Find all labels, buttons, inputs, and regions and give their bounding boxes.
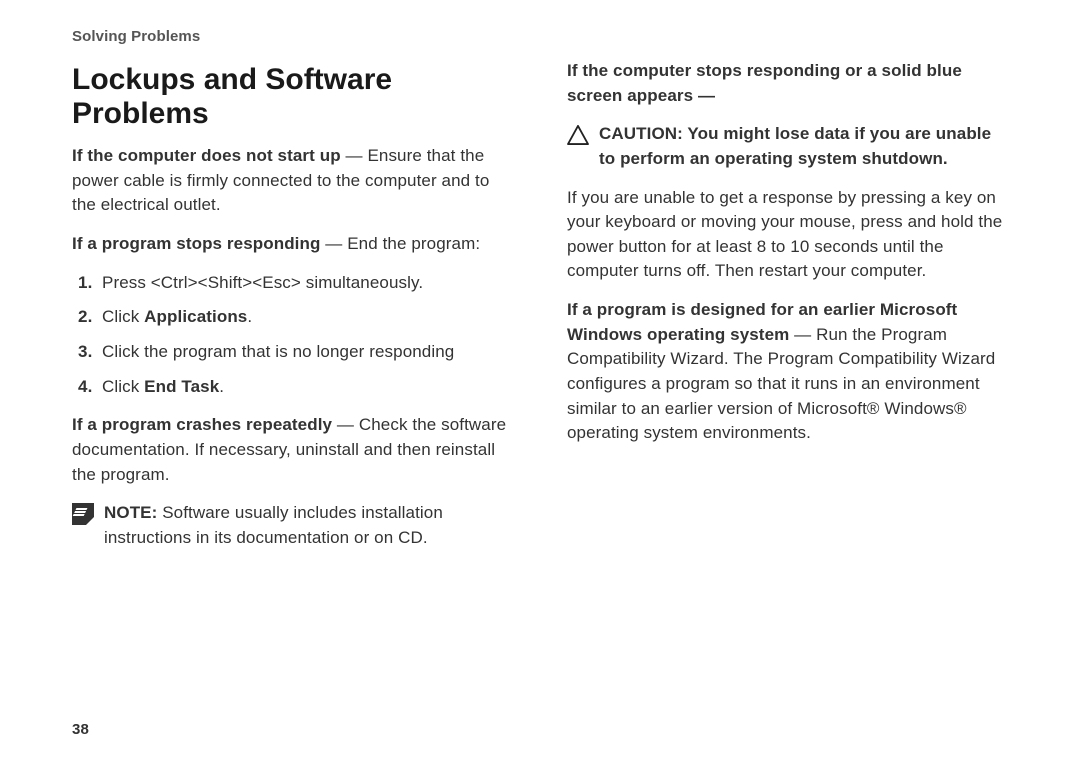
bold-lead: If a program stops responding: [72, 234, 320, 253]
right-column: If the computer stops responding or a so…: [567, 59, 1008, 565]
bold-inline: Applications: [144, 307, 247, 326]
caution-text: CAUTION: You might lose data if you are …: [599, 122, 1008, 171]
note-block: NOTE: Software usually includes installa…: [72, 501, 513, 550]
step-text: Click the program that is no longer resp…: [102, 342, 454, 361]
body-text: — End the program:: [320, 234, 480, 253]
step-item: Click the program that is no longer resp…: [72, 340, 513, 365]
note-label: NOTE:: [104, 503, 157, 522]
page-number: 38: [72, 721, 89, 738]
bold-lead: If the computer does not start up: [72, 146, 341, 165]
paragraph-crashes: If a program crashes repeatedly — Check …: [72, 413, 513, 487]
bold-inline: End Task: [144, 377, 219, 396]
step-text: Click: [102, 307, 144, 326]
paragraph-stops-responding: If a program stops responding — End the …: [72, 232, 513, 257]
paragraph-no-start: If the computer does not start up — Ensu…: [72, 144, 513, 218]
paragraph-blue-screen-header: If the computer stops responding or a so…: [567, 59, 1008, 108]
step-item: Click Applications.: [72, 305, 513, 330]
caution-icon: [567, 124, 589, 146]
left-column: Lockups and Software Problems If the com…: [72, 59, 513, 565]
steps-list: Press <Ctrl><Shift><Esc> simultaneously.…: [72, 271, 513, 400]
step-text: Press <Ctrl><Shift><Esc> simultaneously.: [102, 273, 423, 292]
step-item: Click End Task.: [72, 375, 513, 400]
paragraph-compatibility: If a program is designed for an earlier …: [567, 298, 1008, 446]
step-text: Click: [102, 377, 144, 396]
paragraph-power-hold: If you are unable to get a response by p…: [567, 186, 1008, 285]
two-column-layout: Lockups and Software Problems If the com…: [72, 59, 1008, 565]
bold-lead: If a program crashes repeatedly: [72, 415, 332, 434]
note-text: NOTE: Software usually includes installa…: [104, 501, 513, 550]
manual-page: Solving Problems Lockups and Software Pr…: [0, 0, 1080, 766]
page-title: Lockups and Software Problems: [72, 63, 513, 130]
section-header: Solving Problems: [72, 28, 1008, 45]
caution-block: CAUTION: You might lose data if you are …: [567, 122, 1008, 171]
step-item: Press <Ctrl><Shift><Esc> simultaneously.: [72, 271, 513, 296]
step-text: .: [247, 307, 252, 326]
step-text: .: [219, 377, 224, 396]
note-icon: [72, 503, 94, 525]
